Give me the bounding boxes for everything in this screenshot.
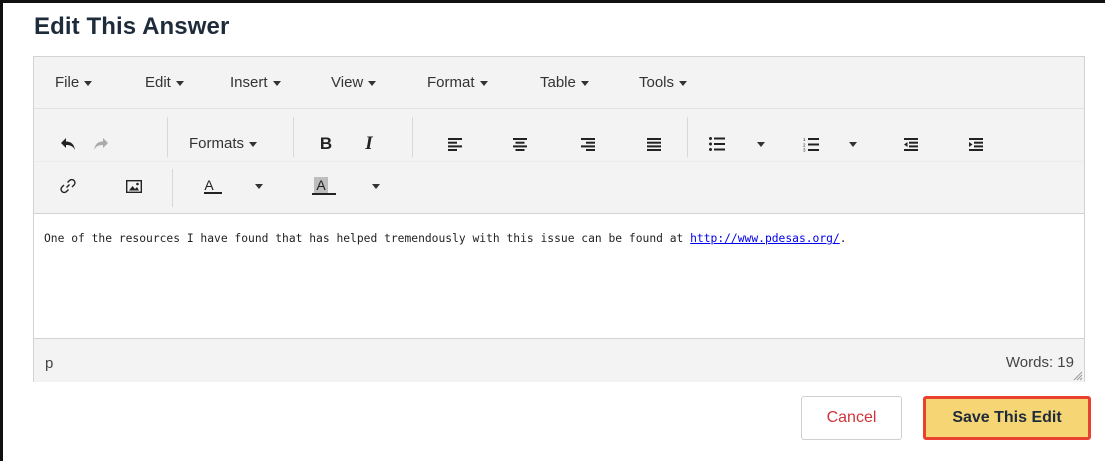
menu-tools[interactable]: Tools — [639, 74, 688, 91]
numbered-list-icon: 123 — [803, 137, 819, 152]
image-icon — [126, 179, 142, 193]
save-edit-button[interactable]: Save This Edit — [923, 396, 1091, 440]
italic-icon: I — [365, 133, 373, 154]
numbered-list-button[interactable]: 123 — [796, 129, 826, 159]
caret-down-icon — [580, 80, 589, 86]
rich-text-editor: File Edit Insert View Format Table Tools… — [33, 56, 1085, 382]
menu-format-label: Format — [427, 74, 475, 91]
align-center-button[interactable] — [505, 129, 535, 159]
window-frame-left — [0, 0, 3, 461]
editor-paragraph: One of the resources I have found that h… — [44, 232, 847, 245]
menu-table[interactable]: Table — [540, 74, 589, 91]
menu-format[interactable]: Format — [427, 74, 488, 91]
undo-button[interactable] — [53, 129, 83, 159]
menu-file[interactable]: File — [55, 74, 93, 91]
bold-icon: B — [319, 134, 333, 153]
menu-insert[interactable]: Insert — [230, 74, 281, 91]
menu-edit-label: Edit — [145, 74, 171, 91]
indent-icon — [969, 137, 983, 151]
svg-text:1: 1 — [803, 137, 806, 142]
caret-down-icon — [368, 80, 377, 86]
window-frame-top — [0, 0, 1105, 3]
caret-down-icon — [272, 80, 281, 86]
link-icon — [60, 178, 76, 194]
formats-label: Formats — [189, 135, 245, 152]
align-right-button[interactable] — [573, 129, 603, 159]
menu-insert-label: Insert — [230, 74, 268, 91]
background-color-options-button[interactable] — [361, 171, 391, 201]
toolbar-separator — [172, 169, 173, 207]
editor-menubar: File Edit Insert View Format Table Tools — [34, 57, 1084, 109]
svg-text:2: 2 — [803, 142, 806, 147]
menu-view[interactable]: View — [331, 74, 377, 91]
toolbar-separator — [293, 117, 294, 157]
numbered-list-options-button[interactable] — [838, 129, 868, 159]
element-path[interactable]: p — [45, 355, 53, 372]
italic-button[interactable]: I — [354, 129, 384, 159]
redo-button[interactable] — [86, 129, 116, 159]
text-color-icon: A — [204, 177, 222, 194]
text-color-sample: A — [204, 177, 214, 193]
justify-button[interactable] — [639, 129, 669, 159]
redo-icon — [94, 138, 108, 150]
word-count: Words: 19 — [1005, 354, 1074, 371]
background-color-icon: A — [312, 177, 336, 195]
link-button[interactable] — [53, 171, 83, 201]
editor-statusbar: p Words: 19 — [34, 338, 1084, 382]
align-left-icon — [448, 137, 462, 151]
text-color-button[interactable]: A — [196, 171, 230, 201]
caret-down-icon — [84, 80, 93, 86]
svg-text:3: 3 — [803, 147, 806, 151]
text-color-options-button[interactable] — [244, 171, 274, 201]
outdent-button[interactable] — [896, 129, 926, 159]
menu-table-label: Table — [540, 74, 576, 91]
cancel-button[interactable]: Cancel — [801, 396, 902, 440]
toolbar-separator — [412, 117, 413, 157]
background-color-button[interactable]: A — [307, 171, 341, 201]
image-button[interactable] — [119, 171, 149, 201]
toolbar-separator — [167, 117, 168, 157]
paragraph-text: One of the resources I have found that h… — [44, 232, 691, 245]
toolbar-separator — [687, 117, 688, 157]
outdent-icon — [904, 137, 918, 151]
align-left-button[interactable] — [440, 129, 470, 159]
undo-icon — [61, 138, 75, 150]
caret-down-icon — [479, 80, 488, 86]
caret-down-icon — [249, 141, 258, 147]
align-center-icon — [513, 137, 527, 151]
formats-dropdown[interactable]: Formats — [189, 135, 258, 152]
background-color-sample: A — [314, 177, 328, 193]
editor-content-area[interactable]: One of the resources I have found that h… — [34, 214, 1084, 338]
bullet-list-button[interactable] — [702, 129, 732, 159]
editor-toolbar: Formats B I 123 A A — [34, 109, 1084, 214]
caret-down-icon — [679, 80, 688, 86]
resize-grip-icon[interactable] — [1073, 371, 1083, 381]
caret-down-icon — [372, 183, 380, 189]
menu-tools-label: Tools — [639, 74, 675, 91]
toolbar-row-divider — [34, 161, 1084, 162]
menu-view-label: View — [331, 74, 364, 91]
menu-file-label: File — [55, 74, 80, 91]
caret-down-icon — [255, 183, 263, 189]
resource-link[interactable]: http://www.pdesas.org/ — [690, 232, 840, 245]
bullet-list-icon — [709, 137, 725, 151]
align-right-icon — [581, 137, 595, 151]
page-title: Edit This Answer — [34, 13, 230, 40]
menu-edit[interactable]: Edit — [145, 74, 184, 91]
bullet-list-options-button[interactable] — [746, 129, 776, 159]
caret-down-icon — [757, 141, 765, 147]
caret-down-icon — [849, 141, 857, 147]
indent-button[interactable] — [961, 129, 991, 159]
justify-icon — [647, 137, 661, 151]
caret-down-icon — [175, 80, 184, 86]
bold-button[interactable]: B — [311, 129, 341, 159]
paragraph-end: . — [839, 232, 847, 245]
